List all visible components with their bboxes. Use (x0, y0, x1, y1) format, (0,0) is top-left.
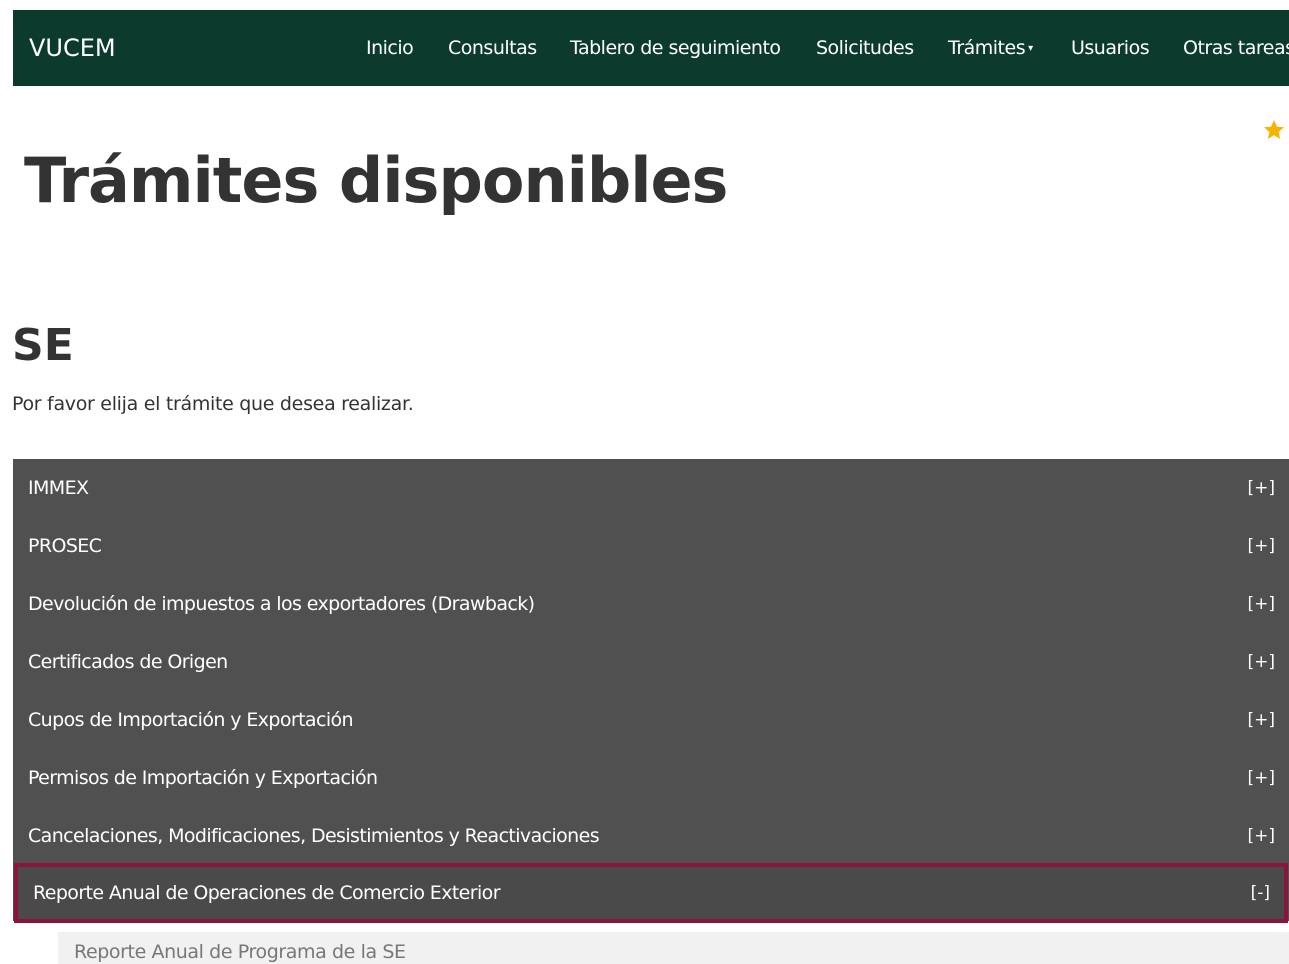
accordion-item-label: IMMEX (28, 477, 89, 499)
accordion-item-label: Cancelaciones, Modificaciones, Desistimi… (28, 825, 600, 847)
expand-toggle[interactable]: [+] (1247, 652, 1275, 672)
accordion-item-label: Devolución de impuestos a los exportador… (28, 593, 535, 615)
accordion-item-drawback[interactable]: Devolución de impuestos a los exportador… (13, 575, 1289, 633)
nav-tramites-label: Trámites (948, 37, 1026, 59)
nav-inicio[interactable]: Inicio (366, 10, 414, 86)
nav-solicitudes[interactable]: Solicitudes (816, 10, 914, 86)
section-title: SE (12, 320, 74, 371)
accordion-item-cancelaciones[interactable]: Cancelaciones, Modificaciones, Desistimi… (13, 807, 1289, 865)
page-title: Trámites disponibles (24, 144, 728, 217)
sub-item-reporte-anual-programa[interactable]: Reporte Anual de Programa de la SE (58, 932, 1289, 964)
expand-toggle[interactable]: [+] (1247, 536, 1275, 556)
nav-consultas[interactable]: Consultas (448, 10, 537, 86)
expand-toggle[interactable]: [+] (1247, 826, 1275, 846)
expand-toggle[interactable]: [+] (1247, 710, 1275, 730)
expand-toggle[interactable]: [+] (1247, 594, 1275, 614)
accordion-item-label: Reporte Anual de Operaciones de Comercio… (33, 882, 501, 904)
accordion-item-reporte-anual[interactable]: Reporte Anual de Operaciones de Comercio… (14, 863, 1288, 923)
accordion-item-label: Cupos de Importación y Exportación (28, 709, 354, 731)
accordion-item-label: Certificados de Origen (28, 651, 228, 673)
collapse-toggle[interactable]: [-] (1251, 883, 1270, 903)
expand-toggle[interactable]: [+] (1247, 768, 1275, 788)
nav-usuarios[interactable]: Usuarios (1071, 10, 1150, 86)
star-icon[interactable] (1262, 118, 1286, 142)
expand-toggle[interactable]: [+] (1247, 478, 1275, 498)
accordion-item-prosec[interactable]: PROSEC [+] (13, 517, 1289, 575)
nav-tablero-de-seguimiento[interactable]: Tablero de seguimiento (570, 10, 781, 86)
nav-tramites-dropdown[interactable]: Trámites ▾ (948, 10, 1033, 86)
accordion-item-permisos[interactable]: Permisos de Importación y Exportación [+… (13, 749, 1289, 807)
nav-otras-tareas[interactable]: Otras tareas (1183, 10, 1289, 86)
instructions-text: Por favor elija el trámite que desea rea… (12, 393, 414, 415)
tramites-accordion: IMMEX [+] PROSEC [+] Devolución de impue… (13, 459, 1289, 923)
accordion-item-certificados-de-origen[interactable]: Certificados de Origen [+] (13, 633, 1289, 691)
brand-link[interactable]: VUCEM (29, 10, 116, 86)
accordion-item-cupos[interactable]: Cupos de Importación y Exportación [+] (13, 691, 1289, 749)
accordion-item-label: PROSEC (28, 535, 102, 557)
accordion-item-label: Permisos de Importación y Exportación (28, 767, 378, 789)
accordion-item-immex[interactable]: IMMEX [+] (13, 459, 1289, 517)
top-navbar: VUCEM Inicio Consultas Tablero de seguim… (13, 10, 1289, 86)
caret-down-icon: ▾ (1028, 42, 1033, 54)
